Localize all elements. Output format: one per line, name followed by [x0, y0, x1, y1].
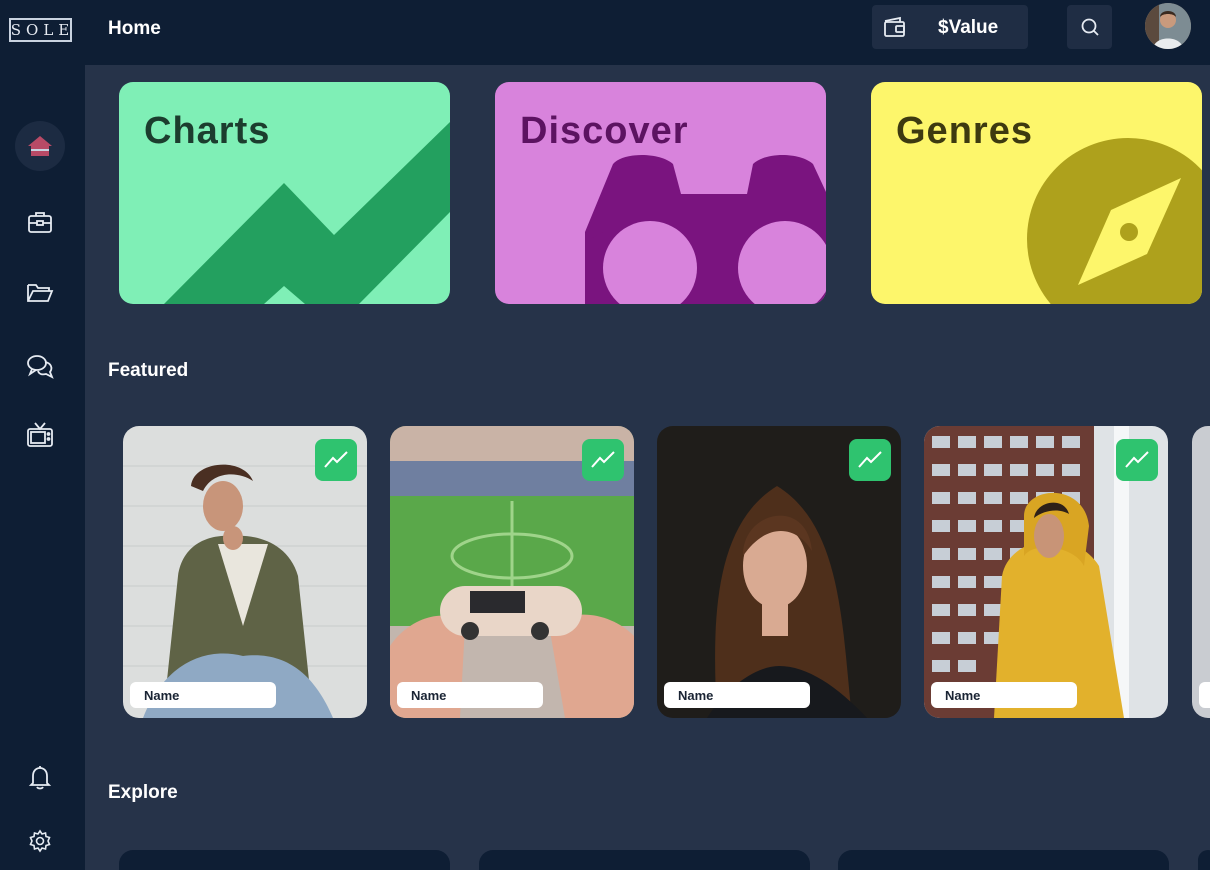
- explore-card-partial[interactable]: [1198, 850, 1210, 870]
- featured-card-partial[interactable]: [1192, 426, 1210, 718]
- bell-icon: [28, 766, 52, 790]
- wallet-value: $Value: [938, 17, 999, 38]
- sidebar-item-briefcase[interactable]: [15, 197, 65, 247]
- sidebar-item-settings[interactable]: [15, 816, 65, 866]
- home-icon: [28, 136, 52, 156]
- featured-card[interactable]: Name: [390, 426, 634, 718]
- trending-badge[interactable]: [849, 439, 891, 481]
- featured-name-stub: [1199, 682, 1210, 708]
- avatar-image: [1145, 3, 1191, 49]
- category-card-genres[interactable]: Genres: [871, 82, 1202, 304]
- explore-heading: Explore: [108, 782, 178, 803]
- featured-card[interactable]: Name: [924, 426, 1168, 718]
- featured-card[interactable]: Name: [657, 426, 901, 718]
- category-title: Discover: [520, 110, 689, 152]
- category-title: Genres: [896, 110, 1033, 152]
- sidebar-item-tv[interactable]: [15, 410, 65, 460]
- featured-heading: Featured: [108, 360, 189, 381]
- featured-card[interactable]: Name: [123, 426, 367, 718]
- trending-badge[interactable]: [1116, 439, 1158, 481]
- wallet-button[interactable]: $Value: [872, 5, 1028, 49]
- sidebar-item-home[interactable]: [15, 121, 65, 171]
- page-title: Home: [108, 18, 161, 39]
- featured-name: Name: [664, 682, 810, 708]
- featured-name: Name: [130, 682, 276, 708]
- trending-icon: [591, 451, 615, 468]
- folder-icon: [27, 284, 54, 302]
- top-bar: Home $Value: [85, 0, 1210, 65]
- trending-icon: [858, 451, 882, 468]
- category-card-discover[interactable]: Discover: [495, 82, 826, 304]
- briefcase-icon: [28, 212, 52, 233]
- trending-icon: [324, 451, 348, 468]
- featured-name: Name: [397, 682, 543, 708]
- explore-card[interactable]: [479, 850, 810, 870]
- wallet-icon: [884, 16, 905, 37]
- explore-card[interactable]: [119, 850, 450, 870]
- logo[interactable]: SOLE: [9, 18, 72, 42]
- featured-name: Name: [931, 682, 1077, 708]
- category-title: Charts: [144, 110, 271, 152]
- search-button[interactable]: [1067, 5, 1112, 49]
- avatar[interactable]: [1145, 3, 1191, 49]
- sidebar-item-chat[interactable]: [15, 341, 65, 391]
- explore-card[interactable]: [838, 850, 1169, 870]
- trending-badge[interactable]: [582, 439, 624, 481]
- chat-icon: [27, 355, 54, 379]
- sidebar-item-notifications[interactable]: [15, 752, 65, 802]
- sidebar: SOLE: [0, 0, 85, 870]
- sidebar-item-folder[interactable]: [15, 267, 65, 317]
- category-card-charts[interactable]: Charts: [119, 82, 450, 304]
- trending-badge[interactable]: [315, 439, 357, 481]
- search-icon: [1081, 18, 1099, 36]
- tv-icon: [27, 422, 53, 447]
- trending-icon: [1125, 451, 1149, 468]
- gear-icon: [29, 829, 51, 853]
